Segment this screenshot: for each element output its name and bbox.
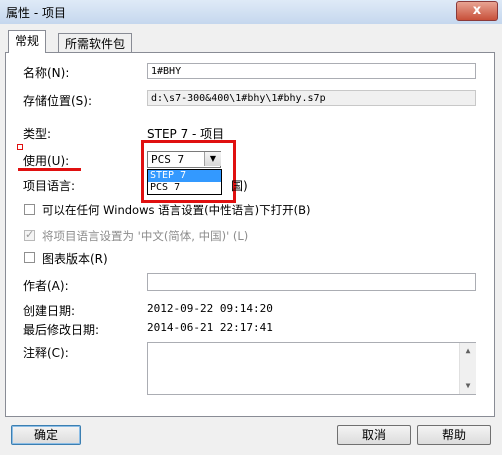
use-select-value: PCS 7: [151, 153, 185, 166]
scroll-down-icon[interactable]: ▼: [460, 378, 476, 394]
open-any-language-checkbox[interactable]: [24, 204, 35, 215]
chevron-down-icon[interactable]: ▼: [204, 152, 221, 166]
location-label: 存储位置(S):: [23, 94, 93, 108]
tab-general-label: 常规: [15, 34, 40, 48]
close-button[interactable]: x: [456, 1, 498, 21]
help-button[interactable]: 帮助: [417, 425, 491, 445]
name-field-value: 1#BHY: [151, 66, 182, 77]
annotation-marker: [17, 144, 23, 150]
location-field: d:\s7-300&400\1#bhy\1#bhy.s7p: [147, 90, 476, 106]
language-value: 国): [231, 179, 248, 193]
use-label: 使用(U):: [23, 154, 70, 168]
chart-version-checkbox[interactable]: [24, 252, 35, 263]
created-value: 2012-09-22 09:14:20: [147, 302, 273, 315]
title-bar: 属性 - 项目 x: [0, 0, 502, 25]
comment-label: 注释(C):: [23, 346, 69, 360]
dropdown-option-pcs7[interactable]: PCS 7: [148, 182, 221, 194]
tab-general[interactable]: 常规: [8, 30, 47, 53]
annotation-underline: [18, 168, 81, 171]
use-select[interactable]: PCS 7 ▼: [147, 151, 221, 168]
name-label: 名称(N):: [23, 66, 70, 80]
comment-field[interactable]: ▲ ▼: [147, 342, 476, 395]
ok-button[interactable]: 确定: [11, 425, 81, 445]
set-language-label: 将项目语言设置为 '中文(简体, 中国)' (L): [42, 229, 249, 243]
type-label: 类型:: [23, 127, 52, 141]
author-field[interactable]: [147, 273, 476, 291]
modified-label: 最后修改日期:: [23, 323, 100, 337]
created-label: 创建日期:: [23, 304, 76, 318]
scroll-up-icon[interactable]: ▲: [460, 343, 476, 359]
tab-required-packages[interactable]: 所需软件包: [58, 33, 133, 54]
location-field-value: d:\s7-300&400\1#bhy\1#bhy.s7p: [151, 93, 326, 104]
cancel-button[interactable]: 取消: [337, 425, 411, 445]
use-dropdown-list: STEP 7 PCS 7: [147, 169, 222, 195]
tab-required-packages-label: 所需软件包: [65, 37, 126, 51]
dropdown-option-step7[interactable]: STEP 7: [148, 170, 221, 182]
set-language-checkbox: [24, 228, 35, 241]
close-icon: x: [472, 3, 482, 18]
open-any-language-label: 可以在任何 Windows 语言设置(中性语言)下打开(B): [42, 203, 311, 217]
window-title: 属性 - 项目: [6, 6, 66, 20]
author-label: 作者(A):: [23, 279, 69, 293]
name-field[interactable]: 1#BHY: [147, 63, 476, 79]
chart-version-label: 图表版本(R): [42, 252, 108, 266]
comment-scrollbar[interactable]: ▲ ▼: [459, 343, 476, 394]
language-label: 项目语言:: [23, 179, 76, 193]
modified-value: 2014-06-21 22:17:41: [147, 321, 273, 334]
